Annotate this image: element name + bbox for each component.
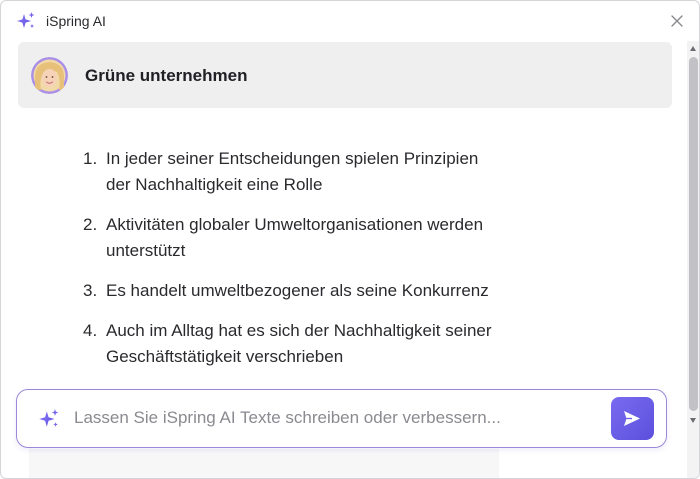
list-item: 2. Aktivitäten globaler Umweltorganisati…	[83, 212, 563, 264]
topic-title: Grüne unternehmen	[85, 66, 248, 85]
answer-list: 1. In jeder seiner Entscheidungen spiele…	[83, 146, 563, 384]
list-item-number: 3.	[83, 281, 98, 300]
scrollbar-thumb[interactable]	[689, 57, 698, 411]
list-item-number: 4.	[83, 321, 98, 340]
content-fade	[29, 449, 499, 478]
list-item: 4. Auch im Alltag hat es sich der Nachha…	[83, 318, 563, 370]
chat-content: Grüne unternehmen 1. In jeder seiner Ent…	[1, 41, 687, 478]
list-item-text: der Nachhaltigkeit eine Rolle	[106, 175, 323, 194]
list-item: 1. In jeder seiner Entscheidungen spiele…	[83, 146, 563, 198]
list-item-text: Aktivitäten globaler Umweltorganisatione…	[106, 215, 484, 234]
list-item-text: Es handelt umweltbezogener als seine Kon…	[106, 281, 489, 300]
vertical-scrollbar[interactable]	[687, 41, 699, 478]
sparkle-icon	[17, 12, 35, 28]
list-item-number: 2.	[83, 215, 98, 234]
title-bar: iSpring AI	[1, 1, 699, 41]
list-item-text: unterstützt	[106, 241, 186, 260]
list-item: 3. Es handelt umweltbezogener als seine …	[83, 278, 563, 304]
scroll-up-arrow-icon[interactable]	[690, 46, 696, 51]
list-item-text: Geschäftstätigkeit verschrieben	[106, 347, 344, 366]
list-item-number: 1.	[83, 149, 98, 168]
scroll-down-arrow-icon[interactable]	[690, 418, 696, 423]
prompt-bar	[16, 389, 667, 448]
close-icon[interactable]	[669, 13, 685, 29]
send-button[interactable]	[611, 397, 654, 440]
prompt-input[interactable]	[74, 398, 604, 438]
send-icon	[624, 411, 640, 426]
list-item-text: In jeder seiner Entscheidungen spielen P…	[106, 149, 479, 168]
user-avatar	[31, 57, 68, 94]
window-title: iSpring AI	[46, 13, 106, 29]
ispring-ai-window: iSpring AI Grüne unternehmen 1. In jeder…	[0, 0, 700, 479]
sparkle-icon	[39, 409, 59, 427]
list-item-text: Auch im Alltag hat es sich der Nachhalti…	[106, 321, 492, 340]
topic-card: Grüne unternehmen	[18, 42, 672, 108]
